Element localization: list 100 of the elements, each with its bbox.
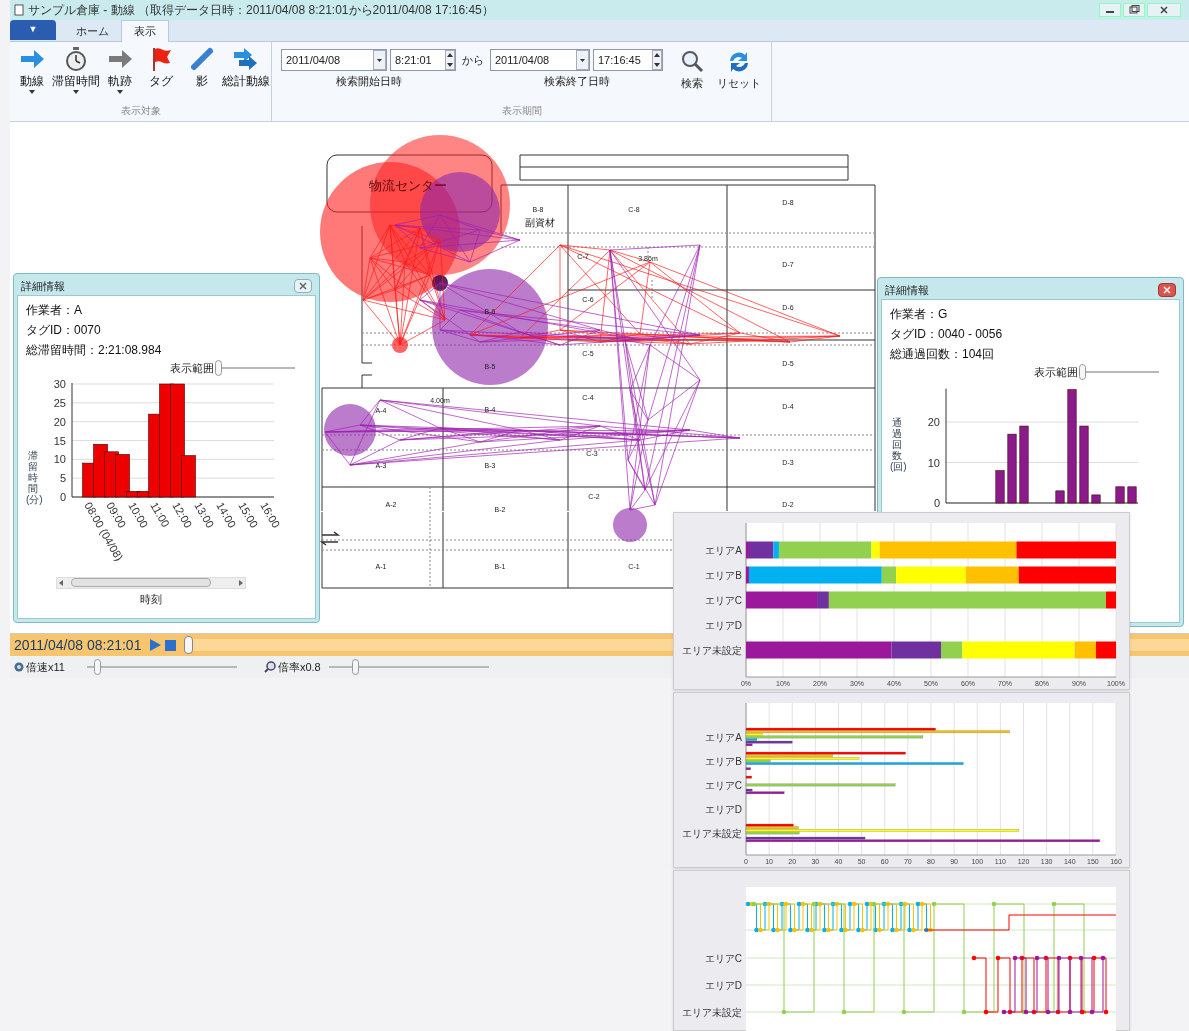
left-arrow-icon — [57, 578, 65, 587]
category-label: エリアA — [705, 545, 742, 556]
axis-tick-label: 10 — [53, 452, 66, 465]
slider[interactable] — [328, 659, 489, 675]
bar — [995, 469, 1005, 503]
data-point — [901, 1009, 907, 1015]
category-label: エリアC — [704, 780, 742, 791]
close-button[interactable] — [294, 279, 312, 293]
ribbon-tab[interactable]: ホーム — [64, 21, 121, 41]
data-point — [961, 1009, 967, 1015]
data-point — [1067, 955, 1073, 961]
axis-tick-label: 30 — [53, 378, 66, 390]
ribbon-button[interactable]: タグ — [141, 46, 181, 104]
axis-tick-label: 20 — [53, 415, 66, 428]
close-icon — [1163, 286, 1171, 294]
data-point — [1089, 1009, 1095, 1015]
ribbon-button[interactable]: 滞留時間 — [53, 46, 99, 104]
separator-label: から — [461, 53, 485, 68]
range-slider[interactable] — [215, 360, 295, 377]
axis-tick-label: 15 — [53, 434, 66, 446]
category-label: エリア未設定 — [682, 645, 742, 656]
category-label: エリアA — [705, 732, 742, 743]
scrollbar-thumb[interactable] — [71, 578, 211, 587]
data-point — [1067, 1009, 1073, 1015]
info-text: 総滞留時間：2:21:08.984 — [26, 342, 163, 359]
slider[interactable] — [86, 659, 237, 675]
play-icon[interactable] — [149, 639, 162, 651]
slider-thumb[interactable] — [94, 659, 102, 675]
close-button[interactable] — [1158, 283, 1176, 297]
field-label: 検索開始日時 — [335, 74, 402, 89]
group-label: 表示期間 — [500, 104, 543, 118]
data-point — [841, 1009, 847, 1015]
info-text: 作業者：G — [890, 306, 949, 323]
group-label: 表示対象 — [119, 104, 162, 118]
data-point — [1055, 1009, 1061, 1015]
category-label: エリアD — [704, 620, 742, 631]
date-field[interactable]: 2011/04/08 — [490, 49, 590, 71]
horizontal-scrollbar[interactable] — [56, 576, 246, 589]
search-icon — [679, 49, 705, 75]
field-label: 検索終了日時 — [543, 74, 610, 89]
bar — [745, 767, 751, 771]
range-slider[interactable] — [1079, 364, 1159, 381]
category-label: エリアD — [704, 980, 742, 991]
restore-icon[interactable] — [1123, 3, 1145, 17]
data-point — [1034, 955, 1040, 961]
close-icon[interactable] — [1147, 3, 1181, 17]
category-label: エリアC — [704, 953, 742, 964]
data-point — [931, 901, 937, 907]
slider-label: 表示範囲 — [170, 361, 214, 376]
search-button[interactable]: 検索 — [679, 49, 705, 92]
axis-tick-label: 5 — [59, 471, 66, 484]
ribbon-button[interactable]: 総計動線 — [223, 46, 269, 104]
search-icon — [263, 661, 276, 673]
slider-thumb[interactable] — [351, 659, 359, 675]
bar — [1115, 486, 1125, 503]
data-point — [1103, 1009, 1109, 1015]
date-field[interactable]: 2011/04/08 — [281, 49, 387, 71]
category-label: エリアC — [704, 595, 742, 606]
zoom-label: 倍率x0.8 — [277, 659, 321, 675]
category-label: エリアB — [705, 570, 742, 581]
data-point — [1091, 955, 1097, 961]
stop-icon[interactable] — [165, 639, 177, 651]
data-point — [1051, 901, 1057, 907]
data-point — [781, 1009, 787, 1015]
bar — [1091, 494, 1101, 503]
speed-label: 倍速x11 — [26, 659, 65, 675]
dial-icon — [14, 662, 24, 672]
slider-thumb[interactable] — [1079, 364, 1086, 381]
data-point — [1031, 1009, 1037, 1015]
timeline-time: 2011/04/08 08:21:01 — [14, 635, 142, 655]
category-label: エリア未設定 — [682, 828, 742, 839]
ribbon-tab[interactable]: 表示 — [121, 20, 169, 42]
panel-title: 詳細情報 — [21, 278, 65, 294]
data-point — [1100, 955, 1106, 961]
axis-tick-label: 0 — [59, 490, 66, 503]
ribbon-button[interactable]: 影 — [182, 46, 222, 104]
bar — [1007, 433, 1017, 503]
time-field[interactable]: 8:21:01 — [390, 49, 456, 71]
axis-tick-label: 0 — [933, 496, 940, 507]
stopwatch-icon — [63, 46, 89, 72]
category-label: エリア未設定 — [682, 1007, 742, 1018]
axis-title: 通過回数(回) — [890, 417, 904, 472]
app-menu-button[interactable]: ▼ — [10, 20, 56, 40]
slider-thumb[interactable] — [215, 360, 222, 377]
slider-thumb[interactable] — [184, 636, 194, 654]
info-text: 作業者：A — [26, 302, 83, 319]
data-point — [995, 955, 1001, 961]
data-point — [971, 955, 977, 961]
reset-button[interactable]: リセット — [717, 49, 761, 92]
ribbon-button[interactable]: 軌跡 — [100, 46, 140, 104]
minimize-icon[interactable] — [1099, 3, 1121, 17]
time-field[interactable]: 17:16:45 — [593, 49, 663, 71]
info-text: タグID：0070 — [26, 322, 102, 339]
axis-title: 滞留時間(分) — [26, 450, 40, 505]
area-label: 副資材 — [525, 217, 555, 228]
data-point — [1056, 955, 1062, 961]
bar — [745, 775, 752, 779]
window-title: サンプル倉庫 - 動線 （取得データ日時：2011/04/08 8:21:01から2011/04/08 17:16:45） — [28, 2, 494, 19]
ribbon-button[interactable]: 動線 — [12, 46, 52, 104]
bar — [1055, 490, 1065, 503]
